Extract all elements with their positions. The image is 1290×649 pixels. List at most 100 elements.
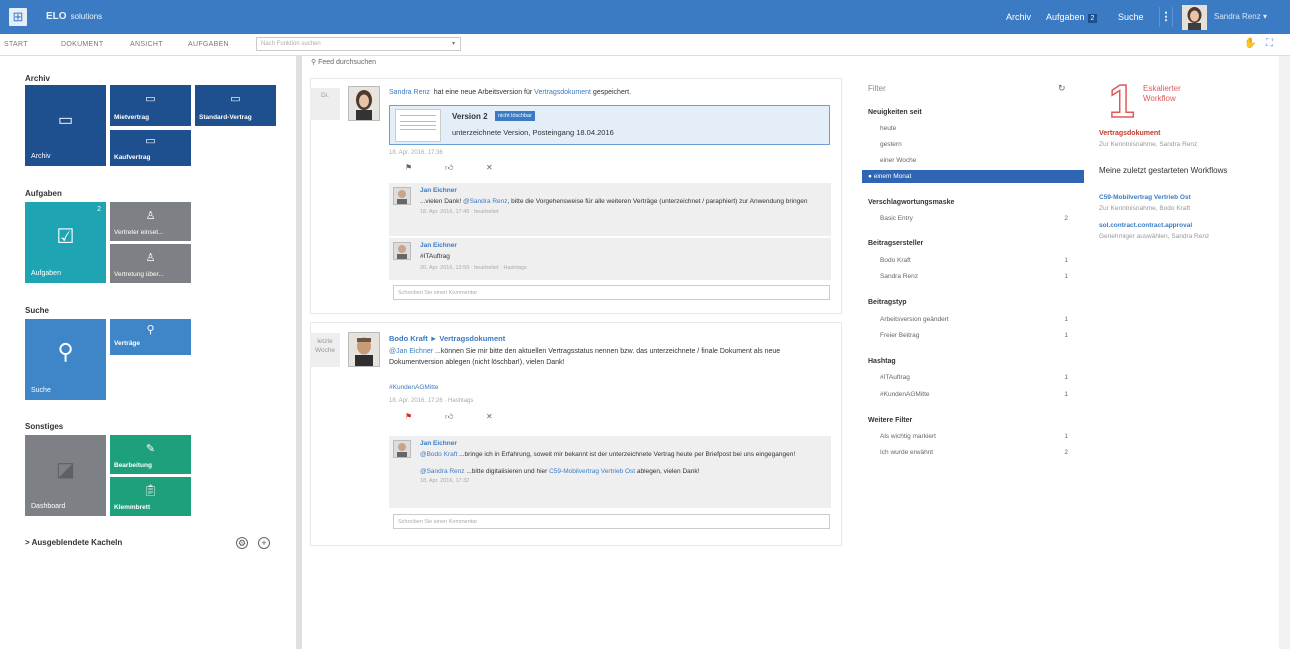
filter-item[interactable]: #ITAuftrag 1 bbox=[880, 374, 1076, 381]
pane-splitter[interactable] bbox=[296, 56, 302, 649]
close-icon[interactable]: ✕ bbox=[486, 412, 493, 421]
menu-ansicht[interactable]: ANSICHT bbox=[130, 41, 163, 48]
filter-item[interactable]: Sandra Renz 1 bbox=[880, 273, 1076, 280]
hidden-tiles-toggle[interactable]: > Ausgeblendete Kacheln bbox=[25, 538, 122, 547]
comment-body: ...bringe ich in Erfahrung, soweit mir b… bbox=[459, 451, 796, 458]
scrollbar[interactable] bbox=[1279, 56, 1290, 649]
tile-kaufvertrag[interactable]: ▭ Kaufvertrag bbox=[110, 130, 191, 166]
tile-dashboard[interactable]: ◪ Dashboard bbox=[25, 435, 106, 516]
filter-item[interactable]: Bodo Kraft 1 bbox=[880, 257, 1076, 264]
aufgaben-count-badge: 2 bbox=[1087, 14, 1098, 23]
version-title: Version 2 bbox=[452, 112, 488, 121]
flag-icon[interactable]: ⚑ bbox=[405, 412, 412, 421]
escalated-count[interactable]: 1 bbox=[1108, 74, 1135, 128]
commenter-avatar[interactable] bbox=[393, 242, 411, 260]
workflow-sub: Zur Kenntnisnahme, Bodo Kraft bbox=[1099, 205, 1191, 212]
tile-vertraege[interactable]: ⚲ Verträge bbox=[110, 319, 191, 355]
like-icon[interactable]: 👍︎ bbox=[445, 412, 453, 422]
refresh-icon[interactable]: ↻ bbox=[1058, 83, 1066, 94]
version-box[interactable]: Version 2 nicht löschbar unterzeichnete … bbox=[389, 105, 830, 145]
menu-dokument[interactable]: DOKUMENT bbox=[61, 41, 103, 48]
more-menu-icon[interactable]: ⋮ bbox=[1159, 7, 1173, 27]
tile-vertretung[interactable]: ♙ Vertretung über... bbox=[110, 244, 191, 283]
author-avatar[interactable] bbox=[348, 332, 380, 367]
filter-item-selected[interactable]: ● einem Monat bbox=[862, 170, 1084, 183]
filter-item[interactable]: Arbeitsversion geändert 1 bbox=[880, 316, 1076, 323]
tile-dashboard-label: Dashboard bbox=[31, 503, 66, 510]
filter-item[interactable]: Ich wurde erwähnt 2 bbox=[880, 449, 1076, 456]
filter-item[interactable]: Basic Entry 2 bbox=[880, 215, 1076, 222]
document-thumbnail bbox=[395, 109, 441, 142]
tile-aufgaben[interactable]: 2 ☑ Aufgaben bbox=[25, 202, 106, 283]
filter-group-title: Beitragsersteller bbox=[868, 240, 924, 247]
nav-archiv[interactable]: Archiv bbox=[1006, 12, 1031, 22]
nav-suche[interactable]: Suche bbox=[1118, 12, 1144, 22]
user-avatar[interactable] bbox=[1182, 5, 1207, 30]
close-icon[interactable]: ✕ bbox=[486, 163, 493, 172]
workflow-link[interactable]: C59-Mobilvertrag Vertrieb Ost bbox=[549, 468, 635, 475]
escalated-document-link[interactable]: Vertragsdokument bbox=[1099, 130, 1160, 137]
tile-aufgaben-label: Aufgaben bbox=[31, 270, 61, 277]
post-author-link[interactable]: Bodo Kraft bbox=[389, 334, 428, 343]
filter-item-label: Freier Beitrag bbox=[880, 332, 920, 339]
hashtag-link[interactable]: #KundenAGMitte bbox=[389, 382, 439, 393]
filter-item[interactable]: Freier Beitrag 1 bbox=[880, 332, 1076, 339]
post-document-link[interactable]: Vertragsdokument bbox=[439, 334, 505, 343]
expand-icon[interactable]: ⛶ bbox=[1266, 38, 1273, 49]
hashtag-link[interactable]: #ITAuftrag bbox=[420, 252, 820, 261]
filter-item-count: 1 bbox=[1064, 316, 1068, 323]
filter-item[interactable]: heute bbox=[880, 125, 1076, 132]
commenter-name[interactable]: Jan Eichner bbox=[420, 187, 820, 194]
mention-link[interactable]: @Jan Eichner bbox=[389, 348, 433, 355]
tile-vertreter[interactable]: ♙ Vertreter einset... bbox=[110, 202, 191, 241]
user-menu[interactable]: Sandra Renz ▾ bbox=[1214, 12, 1267, 21]
filter-title: Filter bbox=[868, 84, 886, 93]
comment-input[interactable]: Schreiben Sie einen Kommentar bbox=[393, 285, 830, 300]
filter-item-label: einer Woche bbox=[880, 157, 917, 164]
mention-link[interactable]: @Sandra Renz bbox=[463, 198, 508, 205]
tile-suche[interactable]: ⚲ Suche bbox=[25, 319, 106, 400]
post-document-link[interactable]: Vertragsdokument bbox=[534, 89, 591, 96]
filter-item-label: heute bbox=[880, 125, 897, 132]
filter-item[interactable]: #KundenAGMitte 1 bbox=[880, 391, 1076, 398]
workflow-link[interactable]: C59-Mobilvertrag Vertrieb Ost bbox=[1099, 194, 1191, 201]
commenter-name[interactable]: Jan Eichner bbox=[420, 242, 820, 249]
escalated-workflow-label[interactable]: Eskalierter Workflow bbox=[1143, 84, 1203, 104]
post-text-end: gespeichert. bbox=[592, 89, 632, 96]
workflow-link[interactable]: sol.contract.contract.approval bbox=[1099, 222, 1192, 229]
user-delegate-icon: ♙ bbox=[145, 210, 156, 222]
mention-link[interactable]: @Sandra Renz bbox=[420, 468, 465, 475]
filter-item-count: 1 bbox=[1064, 273, 1068, 280]
mention-link[interactable]: @Bodo Kraft bbox=[420, 451, 457, 458]
version-badge: nicht löschbar bbox=[495, 111, 535, 121]
comment-input[interactable]: Schreiben Sie einen Kommentar bbox=[393, 514, 830, 529]
tile-klemmbrett[interactable]: 📋︎ Klemmbrett bbox=[110, 477, 191, 516]
filter-item[interactable]: einer Woche bbox=[880, 157, 1076, 164]
tile-standard-vertrag[interactable]: ▭ Standard-Vertrag bbox=[195, 85, 276, 126]
post-body: @Jan Eichner ...können Sie mir bitte den… bbox=[389, 346, 809, 368]
app-grid-icon[interactable]: ⊞ bbox=[9, 8, 27, 26]
feed-search-input[interactable]: ⚲ Feed durchsuchen bbox=[311, 58, 376, 66]
tile-bearbeitung[interactable]: ✎ Bearbeitung bbox=[110, 435, 191, 474]
filter-item[interactable]: gestern bbox=[880, 141, 1076, 148]
filter-item-count: 2 bbox=[1064, 215, 1068, 222]
author-avatar[interactable] bbox=[348, 86, 380, 121]
post-timestamp: 18. Apr. 2016, 17:26 · Hashtags bbox=[389, 398, 474, 404]
tile-mietvertrag[interactable]: ▭ Mietvertrag bbox=[110, 85, 191, 126]
post-author-link[interactable]: Sandra Renz bbox=[389, 89, 430, 96]
like-icon[interactable]: 👍︎ bbox=[445, 163, 453, 173]
settings-icon[interactable]: ⚙ bbox=[236, 537, 248, 549]
hand-icon[interactable]: ✋ bbox=[1244, 38, 1256, 49]
commenter-avatar[interactable] bbox=[393, 440, 411, 458]
flag-icon[interactable]: ⚑ bbox=[405, 163, 412, 172]
add-tile-icon[interactable]: + bbox=[258, 537, 270, 549]
commenter-avatar[interactable] bbox=[393, 187, 411, 205]
nav-aufgaben[interactable]: Aufgaben 2 bbox=[1046, 12, 1098, 23]
comment-meta: 18. Apr. 2016, 17:49 · bearbeitet bbox=[420, 209, 499, 215]
menu-aufgaben[interactable]: AUFGABEN bbox=[188, 41, 229, 48]
filter-item[interactable]: Als wichtig markiert 1 bbox=[880, 433, 1076, 440]
function-search-input[interactable]: Nach Funktion suchen ▾ bbox=[256, 37, 461, 51]
tile-archiv[interactable]: ▭ Archiv bbox=[25, 85, 106, 166]
menu-start[interactable]: START bbox=[4, 41, 28, 48]
commenter-name[interactable]: Jan Eichner bbox=[420, 440, 820, 447]
